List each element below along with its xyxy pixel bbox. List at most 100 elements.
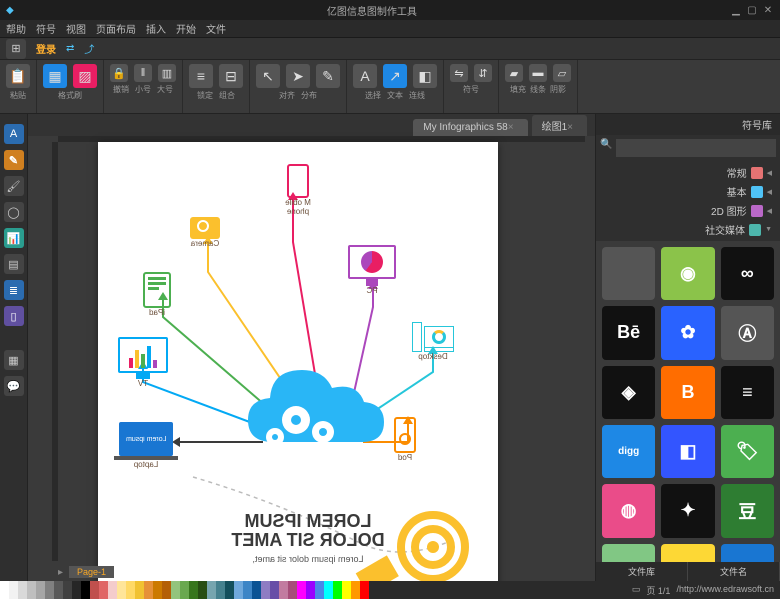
- swatch[interactable]: [54, 581, 63, 599]
- shadow-icon[interactable]: ▱: [553, 64, 571, 82]
- share-icon[interactable]: ⤴: [84, 41, 94, 56]
- icon-digg[interactable]: digg: [602, 425, 655, 478]
- swatch[interactable]: [297, 581, 306, 599]
- menu-file[interactable]: 文件: [206, 21, 226, 36]
- swatch[interactable]: [180, 581, 189, 599]
- close-button[interactable]: ✕: [762, 4, 774, 16]
- menu-view[interactable]: 视图: [66, 21, 86, 36]
- icon-blogger[interactable]: B: [661, 366, 714, 419]
- swatch[interactable]: [342, 581, 351, 599]
- connector-icon[interactable]: ↗: [383, 64, 407, 88]
- icon-ebay[interactable]: ebay: [661, 544, 714, 562]
- swatch[interactable]: [27, 581, 36, 599]
- swatch[interactable]: [81, 581, 90, 599]
- swatch[interactable]: [72, 581, 81, 599]
- icon-infinity[interactable]: ∞: [721, 247, 774, 300]
- maximize-button[interactable]: ▢: [746, 4, 758, 16]
- swatch[interactable]: [153, 581, 162, 599]
- swatch[interactable]: [189, 581, 198, 599]
- swatch[interactable]: [162, 581, 171, 599]
- pause-icon[interactable]: ‖: [134, 64, 152, 82]
- tool-grid[interactable]: ▦: [4, 350, 24, 370]
- select-icon[interactable]: ↖: [256, 64, 280, 88]
- tool-doc[interactable]: ▯: [4, 306, 24, 326]
- swatch[interactable]: [279, 581, 288, 599]
- swatch[interactable]: [36, 581, 45, 599]
- login-label[interactable]: 登录: [36, 41, 56, 56]
- swatch[interactable]: [225, 581, 234, 599]
- swatch[interactable]: [0, 581, 9, 599]
- swatch[interactable]: [198, 581, 207, 599]
- shape-icon[interactable]: ◧: [413, 64, 437, 88]
- icon-dropbox[interactable]: ⬡: [721, 544, 774, 562]
- menu-start[interactable]: 开始: [176, 21, 196, 36]
- flip-v-icon[interactable]: ⇵: [474, 64, 492, 82]
- cat-general[interactable]: 常规◀: [596, 163, 780, 182]
- footer-tab-name[interactable]: 文件名: [688, 562, 780, 581]
- swatch[interactable]: [216, 581, 225, 599]
- align-icon[interactable]: ≡: [189, 64, 213, 88]
- link-icon[interactable]: ⇄: [66, 43, 74, 54]
- cat-basic[interactable]: 基本◀: [596, 182, 780, 201]
- swatch[interactable]: [333, 581, 342, 599]
- icon-behance[interactable]: Bē: [602, 306, 655, 359]
- line-icon[interactable]: ▬: [529, 64, 547, 82]
- paste-icon[interactable]: 📋: [6, 64, 30, 88]
- swatch[interactable]: [126, 581, 135, 599]
- icon-dribbble[interactable]: ◍: [602, 484, 655, 537]
- icon-deviantart[interactable]: ✦: [661, 484, 714, 537]
- tool-layers[interactable]: ▤: [4, 254, 24, 274]
- swatch[interactable]: [117, 581, 126, 599]
- tool-comment[interactable]: 💬: [4, 376, 24, 396]
- tab-infographics[interactable]: ×My Infographics 58: [413, 119, 527, 136]
- minimize-button[interactable]: ▁: [730, 4, 742, 16]
- icon-envato[interactable]: ❧: [602, 544, 655, 562]
- swatch[interactable]: [234, 581, 243, 599]
- menu-symbol[interactable]: 符号: [36, 21, 56, 36]
- swatch[interactable]: [63, 581, 72, 599]
- swatch[interactable]: [9, 581, 18, 599]
- icon-codepen[interactable]: ◈: [602, 366, 655, 419]
- tool-shape[interactable]: ◯: [4, 202, 24, 222]
- swatch[interactable]: [306, 581, 315, 599]
- swatch[interactable]: [18, 581, 27, 599]
- tool-brush[interactable]: 🖌: [4, 176, 24, 196]
- swatch[interactable]: [108, 581, 117, 599]
- swatch[interactable]: [144, 581, 153, 599]
- swatch[interactable]: [99, 581, 108, 599]
- fill-icon[interactable]: ▰: [505, 64, 523, 82]
- page-tab-1[interactable]: Page-1: [69, 566, 114, 578]
- add-page-icon[interactable]: ▸: [58, 567, 63, 578]
- swatch[interactable]: [252, 581, 261, 599]
- cat-2d[interactable]: 2D 图形◀: [596, 201, 780, 220]
- icon-tag[interactable]: 🏷: [721, 425, 774, 478]
- tool-pencil[interactable]: ✎: [4, 150, 24, 170]
- swatch[interactable]: [45, 581, 54, 599]
- canvas-page[interactable]: M obile phone Camera iPad: [98, 142, 498, 581]
- swatch[interactable]: [288, 581, 297, 599]
- footer-tab-lib[interactable]: 文件库: [596, 562, 688, 581]
- tool-chart[interactable]: 📊: [4, 228, 24, 248]
- icon-douban[interactable]: 豆: [721, 484, 774, 537]
- zoom-icon[interactable]: ▭: [632, 584, 641, 597]
- menu-layout[interactable]: 页面布局: [96, 21, 136, 36]
- swatch[interactable]: [360, 581, 369, 599]
- dist-icon[interactable]: ⊟: [219, 64, 243, 88]
- swatch[interactable]: [261, 581, 270, 599]
- close-icon[interactable]: ×: [508, 122, 514, 133]
- cat-social[interactable]: 社交媒体▼: [596, 220, 780, 239]
- menu-help[interactable]: 帮助: [6, 21, 26, 36]
- icon-android[interactable]: ◉: [661, 247, 714, 300]
- text-icon[interactable]: A: [353, 64, 377, 88]
- swatch[interactable]: [171, 581, 180, 599]
- tool-list[interactable]: ≣: [4, 280, 24, 300]
- icon-apple[interactable]: [602, 247, 655, 300]
- swatch[interactable]: [351, 581, 360, 599]
- swatch[interactable]: [90, 581, 99, 599]
- swatch[interactable]: [207, 581, 216, 599]
- icon-delicious[interactable]: ◧: [661, 425, 714, 478]
- icon-appstore[interactable]: Ⓐ: [721, 306, 774, 359]
- group-icon[interactable]: ▥: [158, 64, 176, 82]
- swatch[interactable]: [243, 581, 252, 599]
- lock-icon[interactable]: 🔒: [110, 64, 128, 82]
